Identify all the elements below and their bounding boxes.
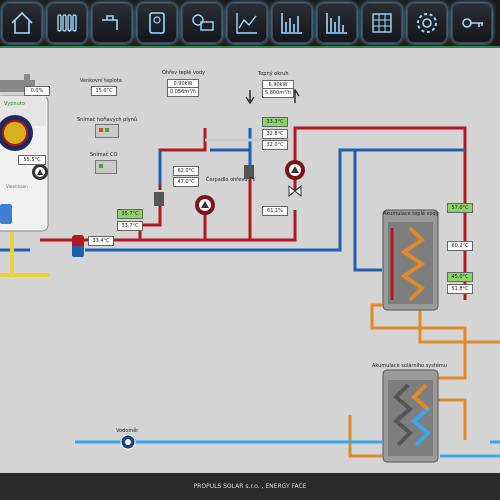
down-arrow-icon [245, 90, 255, 105]
hot-water-heat-label: Ohřev teplé vody [162, 70, 206, 76]
heating-circuit-temp2: 32.8°C [262, 129, 288, 139]
left-temp2: 33.7°C [117, 221, 143, 231]
heating-circuit-temp3: 32.0°C [262, 140, 288, 150]
left-temp1: 35.7°C [117, 209, 143, 219]
co-sensor-label: Snímač CO [90, 152, 118, 158]
solar-tank-label: Akumulace solárního systému [372, 363, 447, 369]
footer: PROPULS SOLAR s.r.o. , ENERGY FACE [0, 473, 500, 500]
co-sensor-icon[interactable] [95, 160, 117, 174]
pump-boiler[interactable] [32, 164, 48, 180]
flue-sensor-label: Snímač hořlavých plynů [77, 117, 138, 123]
hot-water-tank-temp3: 45.0°C [447, 272, 473, 282]
hot-water-tank-temp4: 51.8°C [447, 284, 473, 294]
pump-hot-water[interactable] [195, 195, 215, 215]
pipe-diagram [0, 74, 500, 463]
boiler-status: Vypnuto [4, 101, 25, 107]
pump-heating-circuit[interactable] [285, 160, 305, 180]
hot-water-temp1: 62.0°C [173, 166, 199, 176]
boiler[interactable] [0, 74, 49, 232]
heating-circuit-label: Topný okruh [258, 71, 289, 77]
pump-tv-label: Čerpadlo ohřevu TV [206, 177, 256, 183]
boiler-brand: Viessmann [6, 184, 28, 189]
left-temp3: 33.4°C [88, 236, 114, 246]
boiler-temperature: 55.5°C [18, 155, 46, 165]
water-meter-label: Vodoměr [116, 428, 139, 434]
boiler-percent: 0.0% [24, 86, 50, 96]
hot-water-tank-label: Akumulace teplé vody [383, 211, 439, 217]
hot-water-tank[interactable] [382, 209, 439, 311]
water-meter[interactable] [120, 434, 136, 450]
flue-sensor-icon[interactable] [95, 124, 119, 138]
hot-water-tank-temp2: 60.2°C [447, 241, 473, 251]
hot-water-heat-flow: 0.056m³/h [167, 87, 199, 97]
heating-circuit-flow: 5.800m³/h [262, 88, 294, 98]
heat-exchanger [72, 235, 84, 257]
mixing-valve-position: 61.1% [262, 206, 288, 216]
outdoor-temperature: 15.0°C [91, 86, 117, 96]
solar-tank[interactable] [382, 369, 439, 463]
hot-water-tank-temp1: 57.0°C [447, 203, 473, 213]
heating-circuit-temp1: 33.3°C [262, 117, 288, 127]
hot-water-temp2: 47.0°C [173, 177, 199, 187]
outdoor-label: Venkovní teplota [80, 78, 122, 84]
